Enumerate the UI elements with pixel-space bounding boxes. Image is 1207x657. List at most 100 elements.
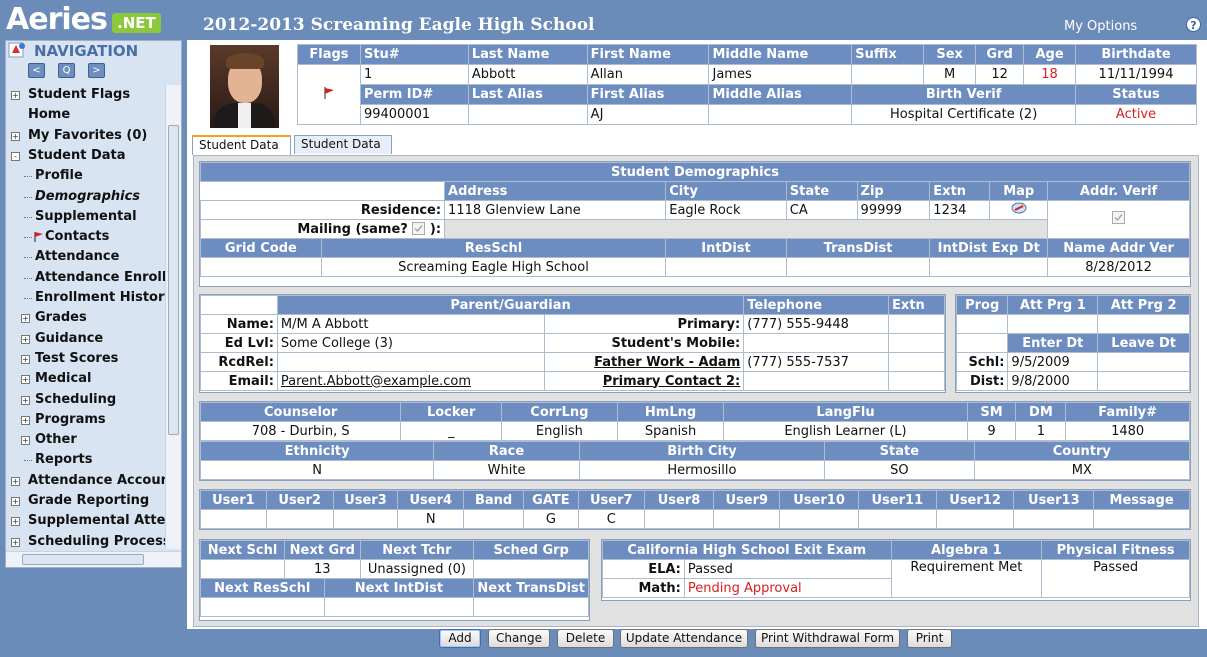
nav-item-scheduling-process[interactable]: Scheduling Process xyxy=(28,532,171,552)
rcdrel-label: RcdRel: xyxy=(200,352,278,372)
red-flag-icon[interactable] xyxy=(322,86,336,100)
print-withdrawal-form-button[interactable]: Print Withdrawal Form xyxy=(755,629,900,648)
birth-verif-header: Birth Verif xyxy=(851,84,1077,105)
residence-city: Eagle Rock xyxy=(665,200,787,220)
nav-hscroll-thumb[interactable] xyxy=(22,554,144,565)
race-header: Race xyxy=(433,441,580,461)
nav-item-enrollment-history[interactable]: Enrollment History xyxy=(35,288,173,308)
nav-item-student-data[interactable]: Student Data xyxy=(28,146,126,166)
leave-dt-header: Leave Dt xyxy=(1097,333,1190,353)
expand-icon[interactable]: + xyxy=(11,131,20,141)
nav-item-demographics[interactable]: Demographics xyxy=(35,187,140,207)
ethnicity-table: Ethnicity Race Birth City State Country … xyxy=(199,441,1191,480)
nav-forward-button[interactable]: > xyxy=(88,63,105,78)
next-year-box: Next Schl Next Grd Next Tchr Sched Grp 1… xyxy=(199,539,590,621)
nav-item-medical[interactable]: Medical xyxy=(35,369,91,389)
expand-icon[interactable]: + xyxy=(11,537,20,547)
delete-button[interactable]: Delete xyxy=(557,629,614,648)
my-options-link[interactable]: My Options xyxy=(1064,19,1137,34)
nav-item-programs[interactable]: Programs xyxy=(35,410,106,430)
tree-connector xyxy=(24,277,32,279)
expand-icon[interactable]: + xyxy=(21,354,30,364)
nav-scroll-thumb[interactable] xyxy=(168,125,179,435)
user-codes-table: User1 User2 User3 User4 Band GATE User7 User8 Us… xyxy=(200,490,1190,529)
family-value: 1480 xyxy=(1065,421,1190,441)
nav-item-attendance-enrollme[interactable]: Attendance Enrollme xyxy=(35,268,181,288)
first-name-value: Allan xyxy=(586,64,710,85)
nav-horizontal-scrollbar[interactable] xyxy=(6,551,181,567)
expand-icon[interactable]: + xyxy=(11,497,20,506)
next-grd-value: 13 xyxy=(284,559,361,579)
collapse-icon[interactable]: - xyxy=(11,151,20,161)
update-attendance-button[interactable]: Update Attendance xyxy=(620,629,748,648)
user-value-row: N GC xyxy=(200,509,1190,529)
nav-item-home[interactable]: Home xyxy=(28,105,70,125)
nav-item-label: Grades xyxy=(35,310,87,326)
nav-item-supplemental-attend[interactable]: Supplemental Attend xyxy=(28,511,181,531)
att-prg-2-value xyxy=(1097,314,1190,334)
sched-grp-value xyxy=(473,559,589,579)
flags-header: Flags xyxy=(297,44,361,65)
print-button[interactable]: Print xyxy=(907,629,952,648)
add-button[interactable]: Add xyxy=(439,629,481,648)
nav-item-label: Guidance xyxy=(35,330,104,346)
intdist-header: IntDist xyxy=(665,238,787,258)
nav-back-button[interactable]: < xyxy=(28,63,45,78)
mailing-same-checkbox[interactable] xyxy=(412,221,426,235)
expand-icon[interactable]: + xyxy=(21,334,30,344)
sm-value: 9 xyxy=(966,421,1017,441)
expand-icon[interactable]: + xyxy=(11,91,20,100)
help-icon[interactable]: ? xyxy=(1186,17,1201,32)
nav-item-attendance-accounti[interactable]: Attendance Accounti xyxy=(28,471,181,491)
tree-connector xyxy=(24,196,32,198)
resschl-value: Screaming Eagle High School xyxy=(320,257,667,277)
expand-icon[interactable]: + xyxy=(21,314,30,324)
nav-search-button[interactable]: Q xyxy=(58,63,75,78)
map-icon[interactable] xyxy=(1011,202,1027,214)
expand-icon[interactable]: + xyxy=(21,395,30,405)
user-code-value-user9 xyxy=(713,509,781,529)
primary-contact-2-link[interactable]: Primary Contact 2: xyxy=(543,371,745,391)
dist-label: Dist: xyxy=(955,371,1009,391)
nav-item-grade-reporting[interactable]: Grade Reporting xyxy=(28,491,149,511)
nav-item-scheduling[interactable]: Scheduling xyxy=(35,390,116,410)
change-button[interactable]: Change xyxy=(488,629,550,648)
expand-icon[interactable]: + xyxy=(21,415,30,425)
att-prg-1-header: Att Prg 1 xyxy=(1007,295,1099,315)
residence-label: Residence: xyxy=(199,200,446,220)
map-cell xyxy=(989,200,1049,220)
enter-dt-header: Enter Dt xyxy=(1007,333,1099,353)
father-work-link[interactable]: Father Work - Adam xyxy=(543,352,745,372)
grid-code-header: Grid Code xyxy=(200,238,322,258)
nav-item-my-favorites-0[interactable]: My Favorites (0) xyxy=(28,126,147,146)
hmlng-header: HmLng xyxy=(616,402,725,422)
nav-item-guidance[interactable]: Guidance xyxy=(35,329,103,349)
nav-vertical-scrollbar[interactable] xyxy=(165,85,181,549)
tab-student-data-1[interactable]: Student Data 1 xyxy=(192,135,291,169)
expand-icon[interactable]: + xyxy=(21,375,30,385)
tree-connector xyxy=(24,216,32,218)
resschl-header: ResSchl xyxy=(320,238,667,258)
nav-item-test-scores[interactable]: Test Scores xyxy=(35,349,118,369)
user-code-header-user4: User4 xyxy=(397,490,465,510)
aeries-logo[interactable]: Aeries .NET xyxy=(6,2,161,37)
nav-item-profile[interactable]: Profile xyxy=(35,166,83,186)
addr-verif-checkbox[interactable] xyxy=(1112,211,1126,224)
nav-item-grades[interactable]: Grades xyxy=(35,308,87,328)
nav-item-contacts[interactable]: Contacts xyxy=(45,227,109,247)
tab-student-data-2[interactable]: Student Data 2 xyxy=(294,135,392,168)
photo-shirt xyxy=(238,103,251,128)
expand-icon[interactable]: + xyxy=(11,476,20,486)
addr-verif-header: Addr. Verif xyxy=(1047,181,1190,201)
email-link[interactable]: Parent.Abbott@example.com xyxy=(276,371,545,391)
user-header-row: User1 User2 User3 User4 Band GATE User7 User8 Us… xyxy=(200,490,1190,510)
nav-item-attendance[interactable]: Attendance xyxy=(35,247,119,267)
nav-item-supplemental[interactable]: Supplemental xyxy=(35,207,137,227)
expand-icon[interactable]: + xyxy=(21,436,30,446)
nav-item-reports[interactable]: Reports xyxy=(35,450,92,470)
expand-icon[interactable]: + xyxy=(11,517,20,527)
nav-item-other[interactable]: Other xyxy=(35,430,77,450)
sex-value: M xyxy=(923,64,977,85)
nav-item-student-flags[interactable]: Student Flags xyxy=(28,85,130,105)
demographics-box: Student Demographics Address City State … xyxy=(199,161,1191,287)
